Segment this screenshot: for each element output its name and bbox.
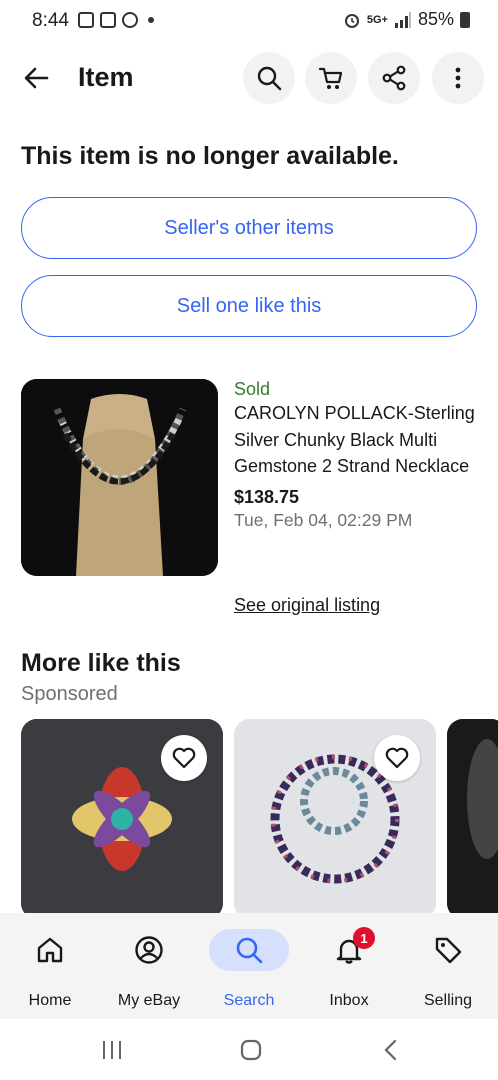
heart-icon bbox=[172, 747, 196, 769]
section-title: More like this bbox=[21, 649, 181, 677]
back-button[interactable] bbox=[16, 58, 56, 98]
necklace-photo bbox=[21, 379, 218, 576]
battery-icon bbox=[460, 11, 470, 28]
home-system-button[interactable] bbox=[236, 1037, 266, 1063]
sold-date: Tue, Feb 04, 02:29 PM bbox=[234, 509, 413, 530]
message-notification-icon bbox=[100, 12, 116, 28]
arrow-left-icon bbox=[24, 67, 49, 89]
cart-icon bbox=[318, 67, 343, 89]
nav-my-ebay-label: My eBay bbox=[117, 992, 181, 1009]
page-title: Item bbox=[78, 62, 134, 92]
item-image[interactable] bbox=[21, 379, 218, 576]
search-icon bbox=[257, 66, 282, 91]
profile-icon bbox=[135, 936, 163, 964]
share-button[interactable] bbox=[368, 52, 420, 104]
nav-search-label: Search bbox=[223, 992, 275, 1009]
nav-search[interactable]: Search bbox=[199, 913, 299, 1019]
nav-home-label: Home bbox=[28, 992, 72, 1009]
unavailable-message: This item is no longer available. bbox=[21, 142, 399, 170]
nav-home-icon-wrap bbox=[10, 929, 90, 971]
recommended-item-card[interactable] bbox=[234, 719, 436, 919]
item-price: $138.75 bbox=[234, 486, 300, 507]
share-icon bbox=[382, 65, 406, 91]
chrome-notification-icon bbox=[122, 12, 138, 28]
nav-search-icon-wrap bbox=[209, 929, 289, 971]
recommended-item-card[interactable] bbox=[447, 719, 498, 919]
bottom-navigation: Home My eBay Search 1 Inbox Selling bbox=[0, 913, 498, 1019]
back-system-icon bbox=[384, 1039, 397, 1061]
recent-apps-icon bbox=[103, 1041, 121, 1059]
sold-status: Sold bbox=[234, 379, 271, 399]
sell-one-like-this-button[interactable]: Sell one like this bbox=[21, 275, 477, 337]
recent-apps-button[interactable] bbox=[97, 1037, 127, 1063]
nav-home[interactable]: Home bbox=[0, 913, 100, 1019]
item-photo bbox=[447, 719, 498, 919]
more-vertical-icon bbox=[455, 67, 461, 89]
search-button[interactable] bbox=[243, 52, 295, 104]
status-time: 8:44 bbox=[32, 10, 69, 31]
app-header: Item bbox=[0, 46, 498, 110]
status-notification-icons bbox=[78, 12, 154, 28]
home-system-icon bbox=[240, 1039, 262, 1061]
alarm-icon bbox=[344, 13, 359, 28]
more-options-button[interactable] bbox=[432, 52, 484, 104]
back-system-button[interactable] bbox=[376, 1037, 406, 1063]
system-navigation-bar bbox=[0, 1019, 498, 1080]
more-notifications-icon bbox=[148, 17, 154, 23]
recommended-item-card[interactable] bbox=[21, 719, 223, 919]
heart-icon bbox=[385, 747, 409, 769]
network-type: 5G+ bbox=[366, 13, 388, 26]
tag-icon bbox=[435, 937, 462, 964]
item-info: Sold CAROLYN POLLACK-Sterling Silver Chu… bbox=[234, 378, 478, 532]
cart-button[interactable] bbox=[305, 52, 357, 104]
watch-button[interactable] bbox=[161, 735, 207, 781]
battery-percent: 85% bbox=[417, 9, 454, 29]
nav-selling-icon-wrap bbox=[408, 929, 488, 971]
sponsored-label: Sponsored bbox=[21, 683, 118, 705]
item-title[interactable]: CAROLYN POLLACK-Sterling Silver Chunky B… bbox=[234, 400, 478, 480]
see-original-listing-link[interactable]: See original listing bbox=[234, 595, 380, 616]
nav-inbox[interactable]: 1 Inbox bbox=[299, 913, 399, 1019]
signal-icon bbox=[394, 11, 411, 28]
watch-button[interactable] bbox=[374, 735, 420, 781]
status-right: 5G+ 85% bbox=[343, 9, 470, 30]
gallery-notification-icon bbox=[78, 12, 94, 28]
nav-inbox-icon-wrap bbox=[309, 929, 389, 971]
nav-my-ebay[interactable]: My eBay bbox=[99, 913, 199, 1019]
nav-selling[interactable]: Selling bbox=[398, 913, 498, 1019]
nav-selling-label: Selling bbox=[423, 992, 473, 1009]
home-icon bbox=[37, 937, 63, 963]
sellers-other-items-button[interactable]: Seller's other items bbox=[21, 197, 477, 259]
inbox-badge: 1 bbox=[353, 927, 375, 949]
search-icon bbox=[236, 937, 263, 964]
nav-inbox-label: Inbox bbox=[329, 992, 369, 1009]
nav-my-ebay-icon-wrap bbox=[109, 929, 189, 971]
status-bar: 8:44 5G+ 85% bbox=[0, 0, 498, 42]
